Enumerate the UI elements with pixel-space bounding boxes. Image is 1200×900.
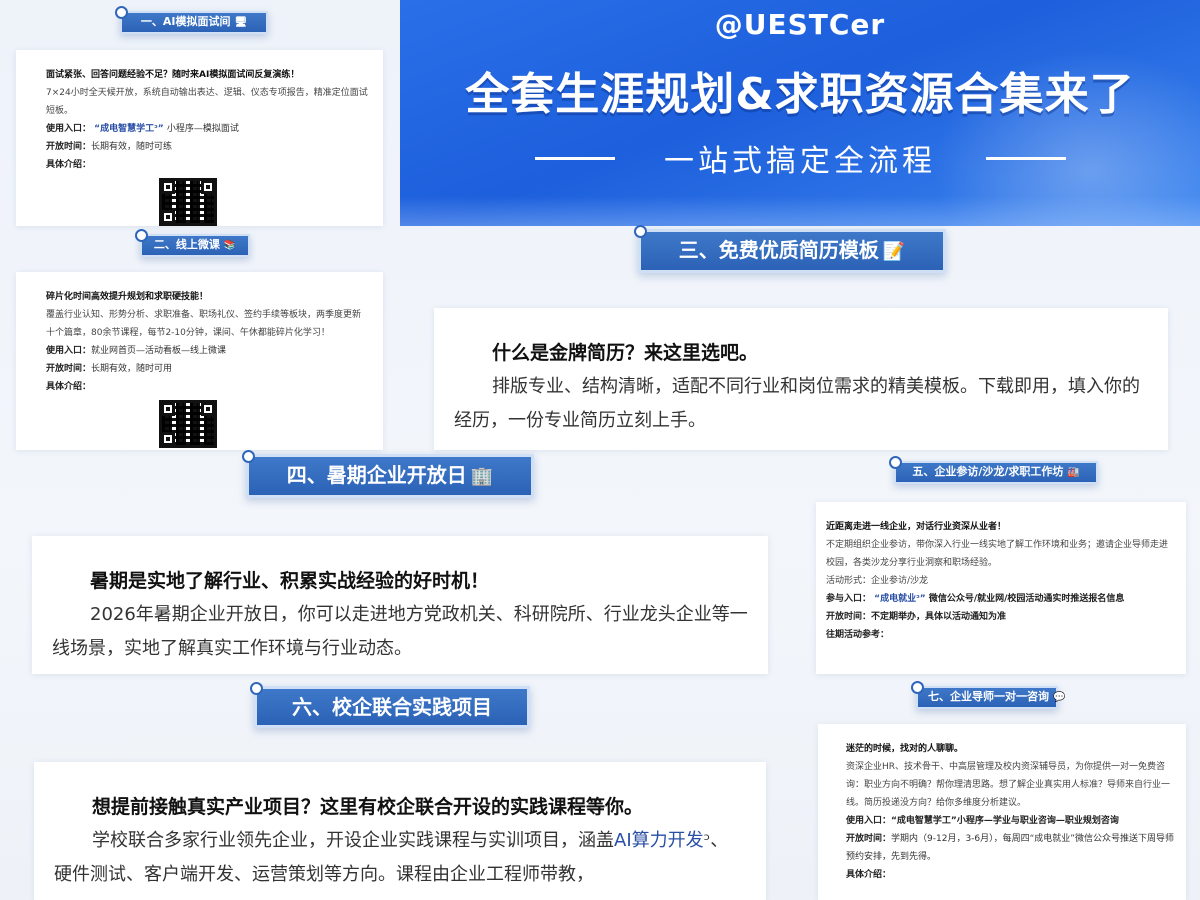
account-handle: @UESTCer	[714, 8, 886, 41]
card-body: 2026年暑期企业开放日，你可以走进地方党政机关、科研院所、行业龙头企业等一线场…	[52, 604, 748, 659]
qr-code-icon[interactable]	[159, 178, 217, 226]
computer-icon: 🖥	[234, 17, 248, 28]
pin-dot-icon	[242, 450, 255, 463]
speech-bubble-icon: 💬	[1053, 692, 1066, 703]
section-title-micro-course: 二、线上微课 📚	[135, 229, 250, 257]
books-icon: 📚	[223, 240, 237, 251]
section-title-resume-templates: 三、免费优质简历模板 📝	[634, 225, 946, 273]
card-body: 资深企业HR、技术骨干、中高层管理及校内资深辅导员，为你提供一对一免费咨询：职业…	[846, 762, 1171, 808]
card-headline: 迷茫的时候，找对的人聊聊。	[846, 744, 964, 754]
pin-dot-icon	[115, 6, 128, 19]
past-events-row: 往期活动参考：	[826, 630, 890, 640]
card-body: 覆盖行业认知、形势分析、求职准备、职场礼仪、签约手续等板块，两季度更新十个篇章，…	[46, 310, 362, 338]
mini-program-link[interactable]: “成电智慧学工ᵓ”	[94, 124, 164, 134]
office-building-icon: 🏢	[470, 466, 494, 487]
banner-subtitle-row: 一站式搞定全流程	[400, 136, 1200, 180]
official-account-link[interactable]: “成电就业ᵓ”	[874, 594, 926, 604]
card-school-enterprise-projects: 想提前接触真实产业项目？这里有校企联合开设的实践课程等你。 学校联合多家行业领先…	[34, 762, 766, 900]
entry-row: 使用入口： “成电智慧学工ᵓ” 小程序—模拟面试	[46, 124, 239, 134]
time-row: 开放时间：不定期举办，具体以活动通知为准	[826, 612, 1007, 622]
intro-row: 具体介绍：	[846, 870, 892, 880]
pin-dot-icon	[250, 682, 263, 695]
card-body: 7×24小时全天候开放，系统自动输出表达、逻辑、仪态专项报告，精准定位面试短板。	[46, 88, 368, 116]
card-headline: 近距离走进一线企业，对话行业资深从业者！	[826, 522, 1007, 532]
section-title-company-visits: 五、企业参访/沙龙/求职工作坊 🏭	[889, 456, 1098, 484]
header-banner: @UESTCer 全套生涯规划&求职资源合集来了 一站式搞定全流程	[400, 0, 1200, 226]
time-row: 开放时间：学期内（9-12月，3-6月），每周四“成电就业”微信公众号推送下周导…	[846, 834, 1174, 862]
section-title-school-enterprise-projects: 六、校企联合实践项目	[250, 682, 530, 728]
intro-row: 具体介绍：	[46, 382, 92, 392]
card-body: 排版专业、结构清晰，适配不同行业和岗位需求的精美模板。下载即用，填入你的经历，一…	[454, 376, 1140, 431]
ai-compute-link[interactable]: AI算力开发	[614, 830, 704, 851]
qr-code-icon[interactable]	[159, 400, 217, 448]
entry-row: 参与入口： “成电就业ᵓ” 微信公众号/就业网/校园活动通实时推送报名信息	[826, 594, 1125, 604]
entry-row: 使用入口：就业网首页—活动看板—线上微课	[46, 346, 227, 356]
right-dash-decoration	[986, 157, 1066, 160]
memo-icon: 📝	[882, 241, 906, 262]
intro-row: 具体介绍：	[46, 160, 92, 170]
section-title-ai-interview: 一、AI模拟面试间 🖥	[115, 6, 268, 34]
card-mentor-consulting: 迷茫的时候，找对的人聊聊。 资深企业HR、技术骨干、中高层管理及校内资深辅导员，…	[818, 724, 1186, 900]
card-summer-open-day: 暑期是实地了解行业、积累实战经验的好时机！ 2026年暑期企业开放日，你可以走进…	[32, 536, 768, 674]
card-ai-interview: 面试紧张、回答问题经验不足？随时来AI模拟面试间反复演练！ 7×24小时全天候开…	[16, 50, 383, 226]
card-micro-course: 碎片化时间高效提升规划和求职硬技能！ 覆盖行业认知、形势分析、求职准备、职场礼仪…	[16, 272, 383, 450]
page-title: 全套生涯规划&求职资源合集来了	[465, 69, 1135, 120]
pin-dot-icon	[634, 225, 647, 238]
form-row: 活动形式：企业参访/沙龙	[826, 576, 929, 586]
section-title-summer-open-day: 四、暑期企业开放日 🏢	[242, 450, 534, 498]
card-resume-templates: 什么是金牌简历？来这里选吧。 排版专业、结构清晰，适配不同行业和岗位需求的精美模…	[434, 308, 1168, 450]
card-headline: 想提前接触真实产业项目？这里有校企联合开设的实践课程等你。	[92, 796, 644, 818]
card-headline: 面试紧张、回答问题经验不足？随时来AI模拟面试间反复演练！	[46, 70, 300, 80]
card-headline: 碎片化时间高效提升规划和求职硬技能！	[46, 292, 209, 302]
time-row: 开放时间：长期有效，随时可练	[46, 142, 173, 152]
pin-dot-icon	[889, 456, 902, 469]
card-body: 学校联合多家行业领先企业，开设企业实践课程与实训项目，涵盖AI算力开发ᵓ、硬件测…	[54, 830, 729, 885]
card-headline: 什么是金牌简历？来这里选吧。	[492, 342, 759, 364]
pin-dot-icon	[911, 681, 924, 694]
time-row: 开放时间：长期有效，随时可用	[46, 364, 173, 374]
card-headline: 暑期是实地了解行业、积累实战经验的好时机！	[90, 570, 490, 592]
section-title-mentor-consulting: 七、企业导师一对一咨询 💬	[911, 681, 1065, 709]
card-body: 不定期组织企业参访，带你深入行业一线实地了解工作环境和业务；邀请企业导师走进校园…	[826, 540, 1169, 568]
banner-subtitle: 一站式搞定全流程	[664, 144, 936, 179]
card-company-visits: 近距离走进一线企业，对话行业资深从业者！ 不定期组织企业参访，带你深入行业一线实…	[816, 502, 1186, 674]
factory-icon: 🏭	[1067, 467, 1080, 478]
entry-row: 使用入口：“成电智慧学工”小程序—学业与职业咨询—职业规划咨询	[846, 816, 1119, 826]
pin-dot-icon	[135, 229, 148, 242]
